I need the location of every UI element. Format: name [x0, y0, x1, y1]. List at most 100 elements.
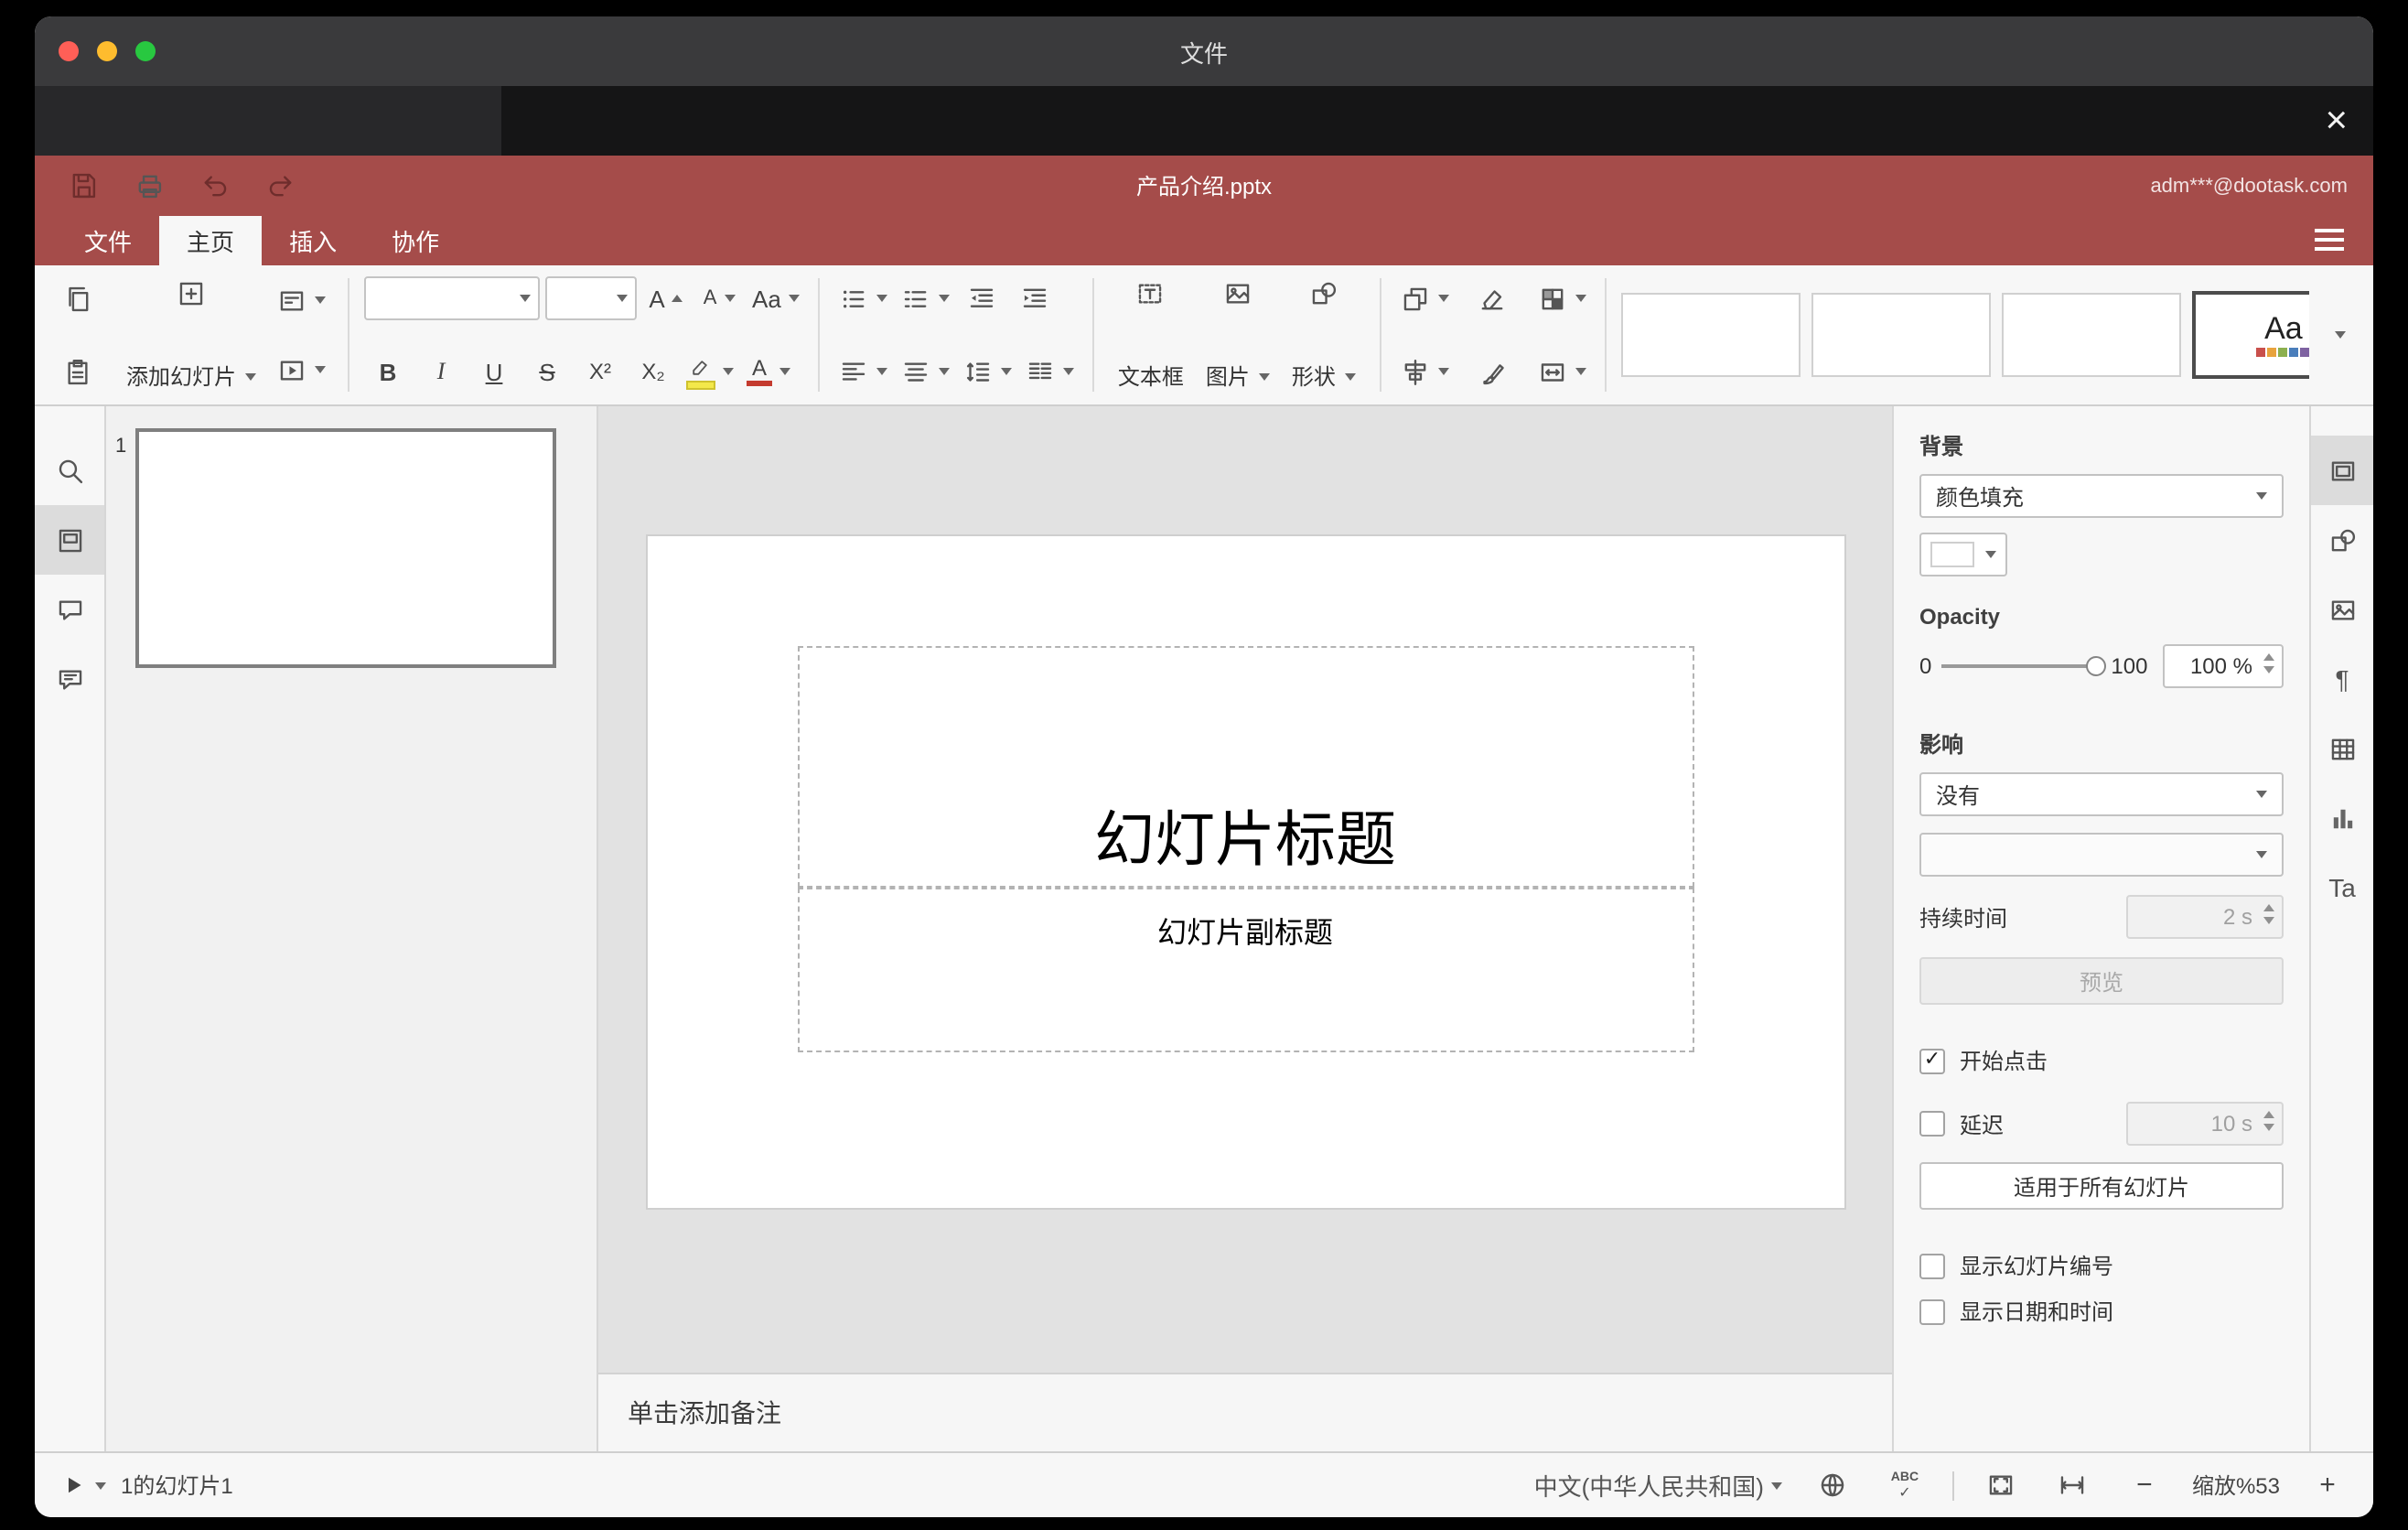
delay-checkbox[interactable] — [1919, 1111, 1945, 1137]
duration-input[interactable]: 2 s — [2126, 895, 2284, 939]
menu-button[interactable] — [2315, 229, 2344, 251]
delay-label: 延迟 — [1960, 1112, 2005, 1137]
slide-thumbnail[interactable] — [135, 428, 556, 668]
slide-layout-button[interactable] — [273, 278, 329, 322]
slide-size-button[interactable] — [1533, 350, 1590, 393]
superscript-button[interactable]: X² — [576, 350, 624, 393]
textart-settings-button[interactable]: Ta — [2311, 853, 2373, 922]
decrease-indent-button[interactable] — [959, 276, 1006, 320]
paste-button[interactable] — [53, 350, 101, 393]
chart-settings-button[interactable] — [2311, 783, 2373, 853]
shape-fill-button[interactable] — [1533, 276, 1590, 320]
font-color-button[interactable]: A — [743, 350, 794, 393]
tab-insert[interactable]: 插入 — [262, 216, 364, 265]
tab-collaboration[interactable]: 协作 — [364, 216, 467, 265]
show-slide-number-row: 显示幻灯片编号 — [1919, 1250, 2284, 1281]
theme-tile[interactable] — [1811, 293, 1991, 377]
undo-button[interactable] — [192, 164, 236, 208]
zoom-out-button[interactable]: − — [2121, 1463, 2168, 1507]
save-button[interactable] — [60, 164, 104, 208]
slides-panel-button[interactable] — [35, 505, 104, 575]
tab-file[interactable]: 文件 — [57, 216, 159, 265]
clear-style-button[interactable] — [1469, 276, 1517, 320]
apply-to-all-button[interactable]: 适用于所有幻灯片 — [1919, 1162, 2284, 1210]
italic-button[interactable]: I — [417, 350, 465, 393]
decrease-font-button[interactable]: A — [695, 276, 743, 320]
increase-font-button[interactable]: A — [642, 276, 690, 320]
opacity-slider-knob[interactable] — [2085, 656, 2106, 676]
vertical-align-button[interactable] — [897, 350, 953, 393]
paragraph-settings-icon: ¶ — [2335, 664, 2349, 694]
slide-settings-button[interactable] — [2311, 436, 2373, 505]
redo-button[interactable] — [258, 164, 302, 208]
notes-area[interactable]: 单击添加备注 — [598, 1373, 1892, 1451]
insert-shape-button[interactable]: 形状 — [1283, 275, 1365, 395]
subscript-button[interactable]: X₂ — [629, 350, 677, 393]
underline-button[interactable]: U — [470, 350, 518, 393]
zoom-in-button[interactable]: + — [2304, 1463, 2351, 1507]
opacity-spinner[interactable] — [2263, 653, 2274, 673]
bold-button[interactable]: B — [364, 350, 412, 393]
font-name-combo[interactable] — [364, 276, 541, 320]
align-shape-button[interactable] — [1396, 350, 1453, 393]
font-size-combo[interactable] — [545, 276, 638, 320]
table-settings-button[interactable] — [2311, 714, 2373, 783]
shape-settings-button[interactable] — [2311, 505, 2373, 575]
preview-button[interactable]: 预览 — [1919, 957, 2284, 1005]
show-slide-number-checkbox[interactable] — [1919, 1253, 1945, 1278]
opacity-slider[interactable] — [1940, 656, 2106, 676]
fit-slide-button[interactable] — [1978, 1463, 2026, 1507]
paragraph-settings-button[interactable]: ¶ — [2311, 644, 2373, 714]
delay-input[interactable]: 10 s — [2126, 1102, 2284, 1146]
fit-width-button[interactable] — [2049, 1463, 2097, 1507]
insert-image-button[interactable]: 图片 — [1197, 275, 1279, 395]
spellcheck-button[interactable]: ABC ✓ — [1881, 1463, 1929, 1507]
start-on-click-checkbox[interactable]: ✓ — [1919, 1048, 1945, 1073]
title-placeholder[interactable]: 幻灯片标题 — [797, 646, 1693, 888]
tab-home[interactable]: 主页 — [159, 216, 263, 265]
image-settings-button[interactable] — [2311, 575, 2373, 644]
background-color-select[interactable] — [1919, 533, 2007, 576]
delay-spinner[interactable] — [2263, 1111, 2274, 1131]
slide-canvas[interactable]: 幻灯片标题 幻灯片副标题 — [598, 406, 1892, 1373]
start-slideshow-button[interactable] — [273, 348, 329, 392]
arrange-shape-button[interactable] — [1396, 276, 1453, 320]
close-icon[interactable]: × — [2325, 102, 2348, 140]
close-traffic-light[interactable] — [59, 41, 79, 61]
subtitle-placeholder[interactable]: 幻灯片副标题 — [797, 888, 1693, 1052]
background-fill-select[interactable]: 颜色填充 — [1919, 474, 2284, 518]
copy-button[interactable] — [53, 276, 101, 320]
line-spacing-button[interactable] — [959, 350, 1016, 393]
duration-spinner[interactable] — [2263, 904, 2274, 924]
copy-style-button[interactable] — [1469, 350, 1517, 393]
theme-tile[interactable] — [2001, 293, 2181, 377]
columns-button[interactable] — [1021, 350, 1078, 393]
comments-button[interactable] — [35, 575, 104, 644]
minimize-traffic-light[interactable] — [97, 41, 117, 61]
set-language-button[interactable] — [1810, 1463, 1857, 1507]
insert-textbox-button[interactable]: 文本框 — [1109, 275, 1193, 395]
slide-page[interactable]: 幻灯片标题 幻灯片副标题 — [645, 534, 1845, 1210]
increase-indent-button[interactable] — [1012, 276, 1059, 320]
highlight-color-button[interactable] — [683, 350, 737, 393]
effect-select[interactable]: 没有 — [1919, 772, 2284, 816]
strikethrough-button[interactable]: S — [523, 350, 571, 393]
theme-tile[interactable] — [1620, 293, 1801, 377]
language-button[interactable]: 中文(中华人民共和国) — [1531, 1463, 1786, 1507]
theme-gallery-expand-button[interactable] — [2318, 273, 2359, 397]
search-button[interactable] — [35, 436, 104, 505]
bullets-button[interactable] — [834, 276, 891, 320]
zoom-level[interactable]: 缩放%53 — [2192, 1470, 2280, 1501]
numbering-button[interactable] — [897, 276, 953, 320]
opacity-input[interactable]: 100 % — [2163, 644, 2284, 688]
change-case-button[interactable]: Aa — [748, 276, 803, 320]
add-slide-button[interactable]: 添加幻灯片 — [117, 275, 265, 395]
start-slideshow-status-button[interactable] — [57, 1463, 110, 1507]
effect-type-select[interactable] — [1919, 833, 2284, 877]
show-date-time-checkbox[interactable] — [1919, 1298, 1945, 1324]
horizontal-align-button[interactable] — [834, 350, 891, 393]
theme-tile-selected[interactable]: Aa — [2191, 291, 2309, 379]
print-button[interactable] — [126, 164, 170, 208]
feedback-button[interactable] — [35, 644, 104, 714]
fullscreen-traffic-light[interactable] — [135, 41, 156, 61]
